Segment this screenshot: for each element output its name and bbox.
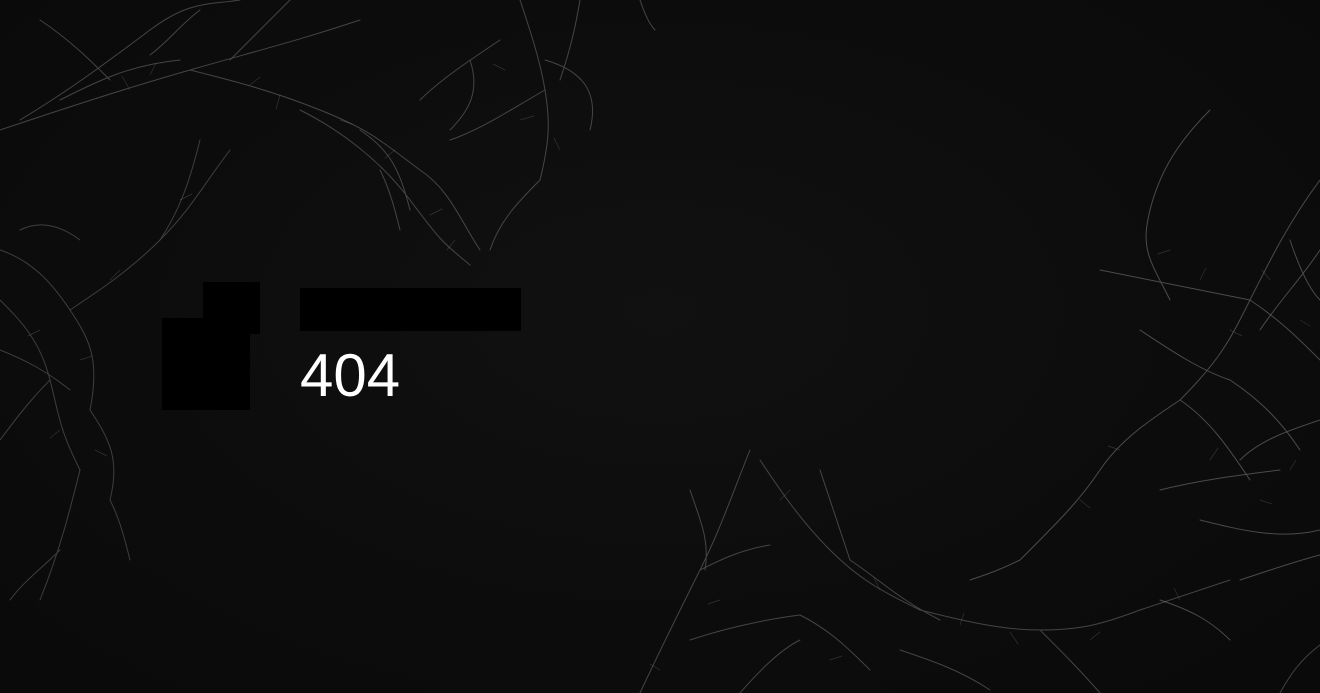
redacted-logo-block — [162, 318, 250, 410]
error-code: 404 — [300, 342, 401, 409]
error-page: 404 — [0, 0, 1320, 693]
redacted-heading — [300, 288, 521, 331]
